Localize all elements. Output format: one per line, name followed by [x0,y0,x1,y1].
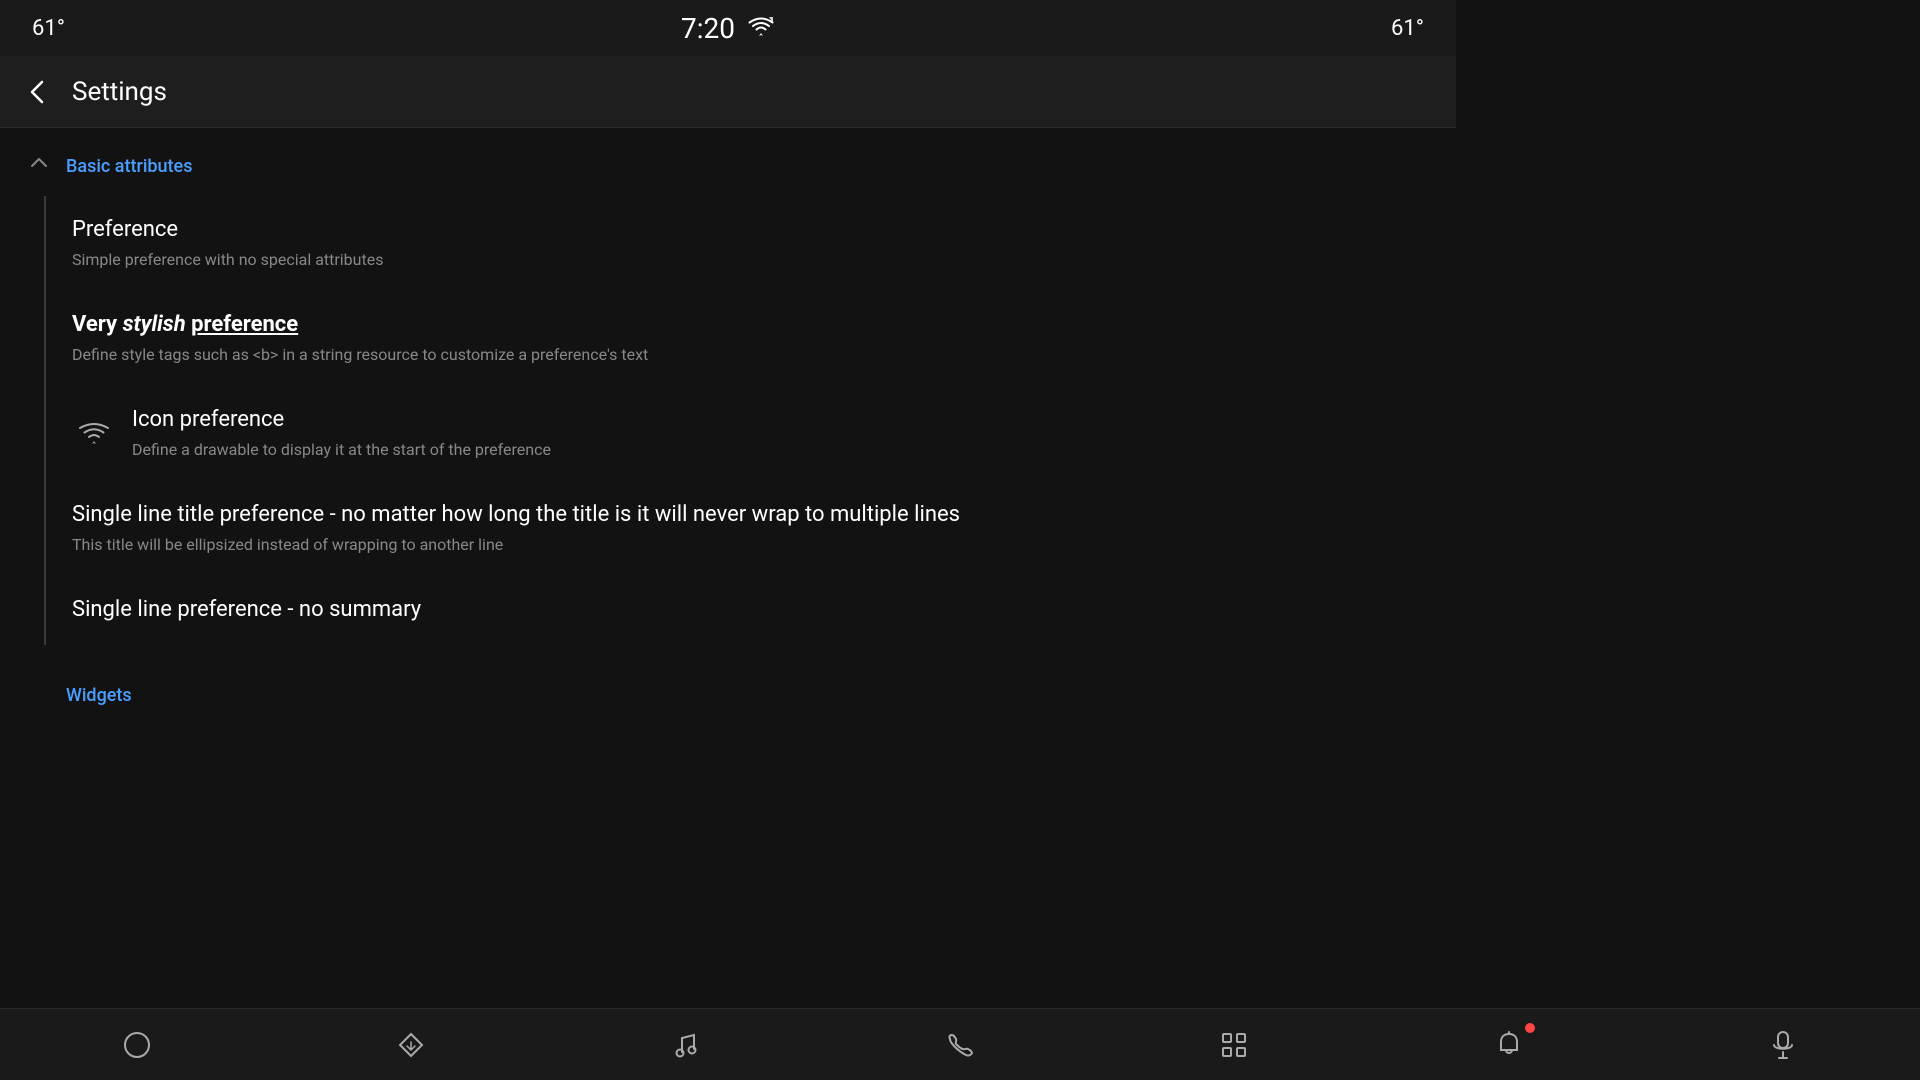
pref-text-single-line-title: Single line title preference - no matter… [72,501,1428,556]
pref-title-part-underline: preference [191,312,298,337]
section-header-basic-attributes[interactable]: Basic attributes [0,128,1456,196]
status-bar: 61° 7:20 61° [0,0,1456,56]
wifi-status-icon [747,15,775,41]
pref-title-no-summary: Single line preference - no summary [72,596,1428,625]
list-item[interactable]: Single line preference - no summary [0,576,1456,645]
nav-item-navigation[interactable] [371,1015,451,1075]
section-header-widgets[interactable]: Widgets [0,661,1456,722]
status-time: 7:20 [681,12,735,45]
bell-icon [1495,1030,1523,1060]
list-item[interactable]: Preference Simple preference with no spe… [0,196,1456,291]
grid-icon [1219,1030,1249,1060]
nav-item-notifications[interactable] [1469,1015,1549,1075]
pref-title-single-line-title: Single line title preference - no matter… [72,501,1272,530]
pref-text-no-summary: Single line preference - no summary [72,596,1428,625]
music-note-icon [672,1030,700,1060]
list-item[interactable]: Icon preference Define a drawable to dis… [0,386,1456,481]
list-item[interactable]: Checkbox preference Tap anywhere in this… [0,722,1456,744]
list-item[interactable]: Very stylish preference Define style tag… [0,291,1456,386]
pref-text-preference: Preference Simple preference with no spe… [72,216,1428,271]
pref-title-preference: Preference [72,216,1428,245]
chevron-up-icon[interactable] [28,152,50,180]
pref-title-checkbox: Checkbox preference [72,742,1384,744]
pref-summary-icon: Define a drawable to display it at the s… [132,439,1428,461]
notification-badge [1525,1023,1535,1033]
content-area: Basic attributes Preference Simple prefe… [0,128,1456,744]
pref-text-icon: Icon preference Define a drawable to dis… [132,406,1428,461]
header: Settings [0,56,1456,128]
list-item[interactable]: Single line title preference - no matter… [0,481,1456,576]
nav-item-microphone[interactable] [1743,1015,1823,1075]
section-title-widgets: Widgets [66,685,132,706]
pref-text-stylish: Very stylish preference Define style tag… [72,311,1428,366]
diamond-arrow-icon [396,1030,426,1060]
circle-icon [122,1030,152,1060]
pref-summary-preference: Simple preference with no special attrib… [72,249,1428,271]
status-temp-right: 61° [1391,16,1424,41]
page-title: Settings [72,77,167,107]
pref-title-part-italic: stylish [123,312,192,337]
nav-item-apps[interactable] [1194,1015,1274,1075]
pref-title-stylish: Very stylish preference [72,311,1428,340]
wifi-pref-icon [72,420,116,446]
nav-item-home[interactable] [97,1015,177,1075]
microphone-icon [1770,1030,1796,1060]
nav-item-music[interactable] [646,1015,726,1075]
nav-item-phone[interactable] [920,1015,1000,1075]
basic-attributes-items: Preference Simple preference with no spe… [0,196,1456,645]
pref-text-checkbox: Checkbox preference Tap anywhere in this… [72,742,1384,744]
back-button[interactable] [24,78,52,106]
status-temp-left: 61° [32,16,65,41]
section-title-basic-attributes: Basic attributes [66,156,192,177]
phone-icon [946,1031,974,1059]
pref-title-icon: Icon preference [132,406,1428,435]
bottom-nav [0,1008,1920,1080]
pref-summary-stylish: Define style tags such as <b> in a strin… [72,344,1428,366]
pref-summary-single-line-title: This title will be ellipsized instead of… [72,534,1428,556]
status-center: 7:20 [681,12,775,45]
pref-title-part-bold: Very [72,312,123,337]
